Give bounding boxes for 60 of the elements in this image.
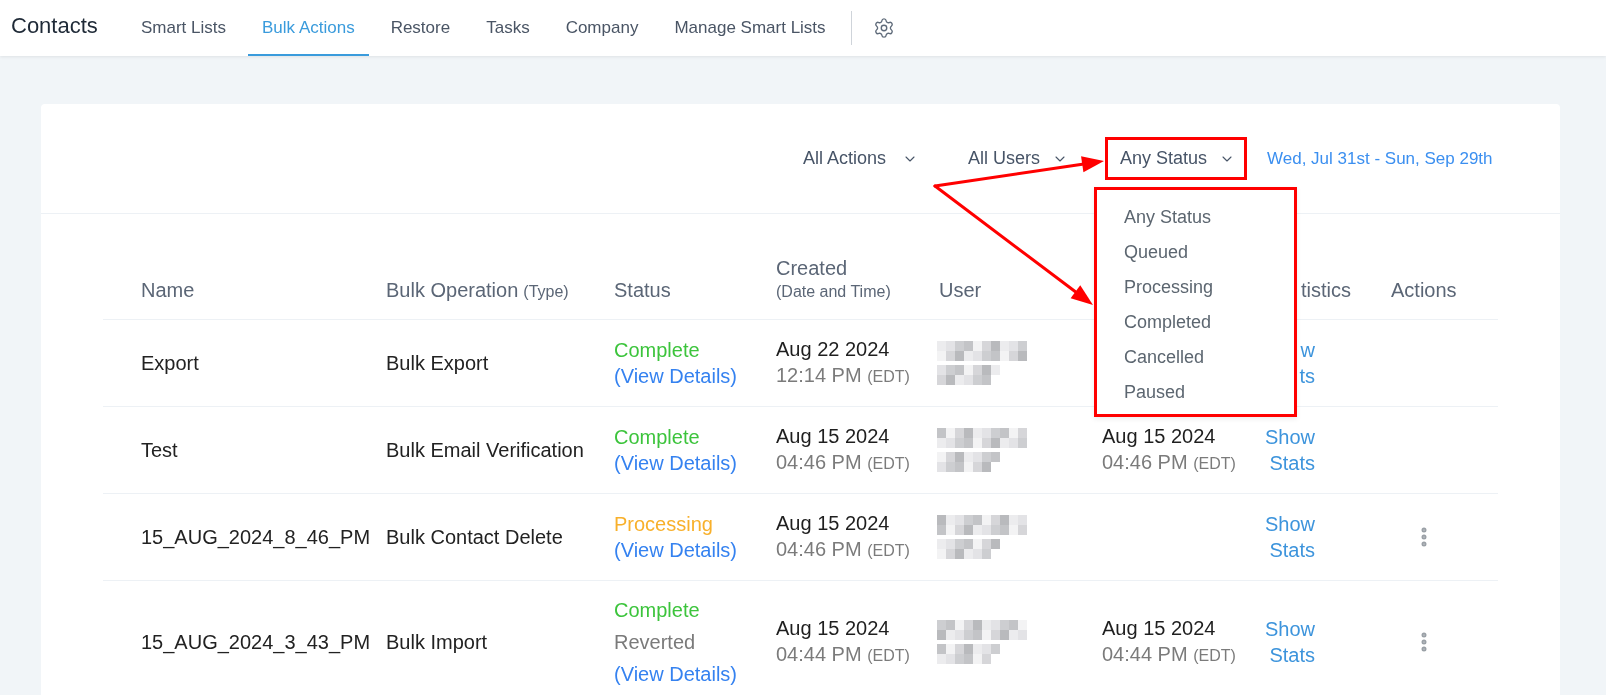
column-header: Name bbox=[141, 278, 195, 303]
status-option[interactable]: Any Status bbox=[1097, 200, 1294, 235]
filter-dropdown[interactable]: All Users bbox=[968, 137, 1068, 180]
status-option[interactable]: Completed bbox=[1097, 305, 1294, 340]
operation-cell: Bulk Email Verification bbox=[386, 439, 584, 461]
status-text: Complete bbox=[614, 338, 700, 363]
status-text: Complete bbox=[614, 598, 700, 623]
status-option[interactable]: Cancelled bbox=[1097, 340, 1294, 375]
show-stats-link[interactable]: Show Stats bbox=[1264, 511, 1315, 563]
column-note: (Type) bbox=[523, 282, 569, 302]
name-cell: 15_AUG_2024_8_46_PM bbox=[141, 526, 371, 548]
time-text: 04:44 PM (EDT) bbox=[1102, 642, 1236, 667]
date-text: Aug 15 2024 bbox=[776, 424, 890, 449]
show-stats-link[interactable]: Show Stats bbox=[1264, 616, 1315, 668]
date-text: Aug 22 2024 bbox=[776, 337, 890, 362]
name-cell: Export bbox=[141, 352, 199, 374]
column-note: (Date and Time) bbox=[776, 282, 892, 302]
name-cell: Test bbox=[141, 439, 178, 461]
status-text: Processing bbox=[614, 512, 713, 537]
filter-dropdown[interactable]: All Actions bbox=[803, 137, 918, 180]
time-text: 04:46 PM (EDT) bbox=[1102, 450, 1236, 475]
date-text: Aug 15 2024 bbox=[1102, 616, 1216, 641]
app-title: Contacts bbox=[11, 12, 98, 40]
show-stats-link[interactable]: w ts bbox=[1299, 337, 1315, 389]
name-cell: 15_AUG_2024_3_43_PM bbox=[141, 631, 371, 653]
view-details-link[interactable]: (View Details) bbox=[614, 661, 737, 687]
nav-tab[interactable]: Manage Smart Lists bbox=[660, 0, 840, 56]
date-text: Aug 15 2024 bbox=[776, 511, 890, 536]
time-text: 04:46 PM (EDT) bbox=[776, 537, 910, 562]
nav-tab[interactable]: Smart Lists bbox=[127, 0, 241, 56]
nav-tab[interactable]: Company bbox=[551, 0, 653, 56]
operation-cell: Bulk Contact Delete bbox=[386, 526, 563, 548]
column-header: Created bbox=[776, 256, 849, 281]
nav-tab[interactable]: Tasks bbox=[472, 0, 544, 56]
status-text: Complete bbox=[614, 425, 700, 450]
status-option[interactable]: Processing bbox=[1097, 270, 1294, 305]
view-details-link[interactable]: (View Details) bbox=[614, 450, 737, 476]
time-text: 04:46 PM (EDT) bbox=[776, 450, 910, 475]
view-details-link[interactable]: (View Details) bbox=[614, 363, 737, 389]
column-header: Status bbox=[614, 278, 671, 303]
date-text: Aug 15 2024 bbox=[776, 616, 890, 641]
column-header: User bbox=[939, 278, 982, 303]
status-option[interactable]: Queued bbox=[1097, 235, 1294, 270]
time-text: 12:14 PM (EDT) bbox=[776, 363, 910, 388]
settings-icon[interactable] bbox=[872, 17, 895, 39]
date-range-link[interactable]: Wed, Jul 31st - Sun, Sep 29th bbox=[1267, 145, 1491, 172]
time-text: 04:44 PM (EDT) bbox=[776, 642, 910, 667]
column-header: Bulk Operation bbox=[386, 278, 519, 303]
column-header: tistics bbox=[1301, 278, 1351, 303]
operation-cell: Bulk Export bbox=[386, 352, 489, 374]
view-details-link[interactable]: (View Details) bbox=[614, 537, 737, 563]
nav-tab[interactable]: Bulk Actions bbox=[248, 0, 369, 56]
filter-dropdown[interactable]: Any Status bbox=[1105, 137, 1247, 180]
status-option[interactable]: Paused bbox=[1097, 375, 1294, 410]
date-text: Aug 15 2024 bbox=[1102, 424, 1216, 449]
show-stats-link[interactable]: Show Stats bbox=[1264, 424, 1315, 476]
status-text: Reverted bbox=[614, 630, 696, 655]
operation-cell: Bulk Import bbox=[386, 631, 488, 653]
column-header: Actions bbox=[1391, 278, 1457, 303]
nav-tab[interactable]: Restore bbox=[376, 0, 465, 56]
